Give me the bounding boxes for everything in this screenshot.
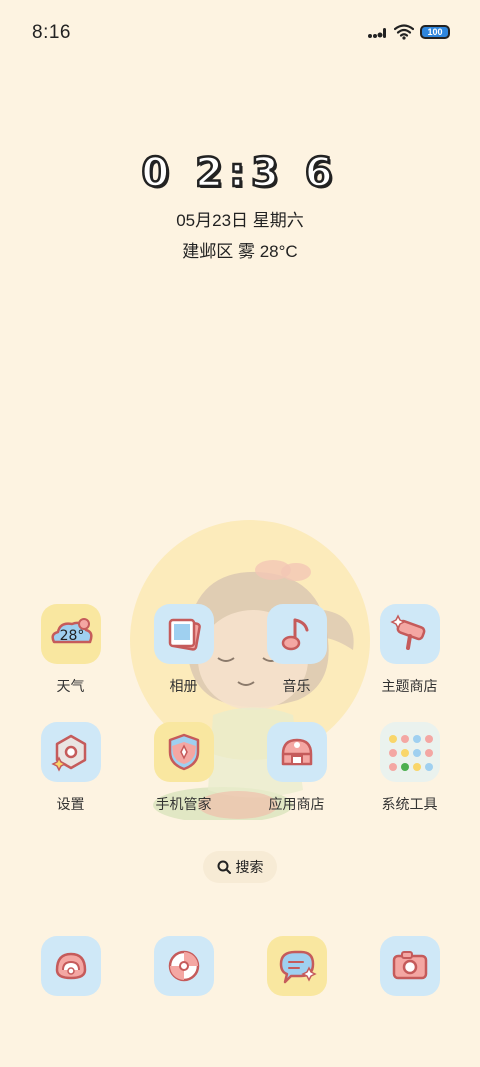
messages-icon[interactable] (266, 936, 327, 996)
dock-camera[interactable] (353, 936, 466, 996)
clock-widget[interactable]: 0 2:3 6 05月23日 星期六 建邺区 雾 28°C (0, 149, 480, 262)
app-photos[interactable]: 相册 (127, 604, 240, 696)
camera-icon[interactable] (379, 936, 440, 996)
search-button[interactable]: 搜索 (203, 851, 277, 883)
app-app-store[interactable]: 应用商店 (240, 722, 353, 814)
status-bar: 8:16 100 (0, 0, 480, 68)
app-label: 系统工具 (381, 796, 438, 812)
search-icon (217, 860, 231, 874)
photos-icon[interactable] (153, 604, 214, 664)
app-music[interactable]: 音乐 (240, 604, 353, 696)
clock-time: 0 2:3 6 (140, 149, 339, 198)
settings-icon[interactable] (40, 722, 101, 782)
app-security[interactable]: 手机管家 (127, 722, 240, 814)
app-theme-store[interactable]: 主题商店 (353, 604, 466, 696)
weather-icon[interactable]: 28° (40, 604, 101, 664)
battery-level: 100 (427, 26, 443, 37)
weather-badge: 28° (59, 628, 84, 644)
app-label: 音乐 (282, 678, 311, 694)
app-store-icon[interactable] (266, 722, 327, 782)
dock-browser[interactable] (127, 936, 240, 996)
app-label: 主题商店 (381, 678, 438, 694)
browser-icon[interactable] (153, 936, 214, 996)
security-icon[interactable] (153, 722, 214, 782)
theme-store-icon[interactable] (379, 604, 440, 664)
app-label: 设置 (56, 796, 85, 812)
app-label: 天气 (56, 678, 85, 694)
signal-icon (368, 28, 386, 38)
app-weather[interactable]: 28° 天气 (14, 604, 127, 696)
status-time: 8:16 (32, 22, 71, 43)
status-icons: 100 (368, 24, 450, 40)
app-grid: 28° 天气 相册 音乐 主题商店 设置 手机管家 应用商店 系统工具 (0, 604, 480, 814)
clock-weather: 建邺区 雾 28°C (182, 242, 298, 261)
dock (0, 936, 480, 996)
dock-phone[interactable] (14, 936, 127, 996)
phone-icon[interactable] (40, 936, 101, 996)
app-system-tools-folder[interactable]: 系统工具 (353, 722, 466, 814)
app-label: 手机管家 (155, 796, 212, 812)
battery-indicator: 100 (420, 25, 450, 39)
app-settings[interactable]: 设置 (14, 722, 127, 814)
app-label: 应用商店 (268, 796, 325, 812)
search-label: 搜索 (235, 859, 264, 875)
app-label: 相册 (169, 678, 198, 694)
system-tools-folder-icon[interactable] (379, 722, 440, 782)
clock-date: 05月23日 星期六 (176, 211, 304, 230)
dock-messages[interactable] (240, 936, 353, 996)
music-icon[interactable] (266, 604, 327, 664)
wifi-icon (394, 24, 414, 40)
